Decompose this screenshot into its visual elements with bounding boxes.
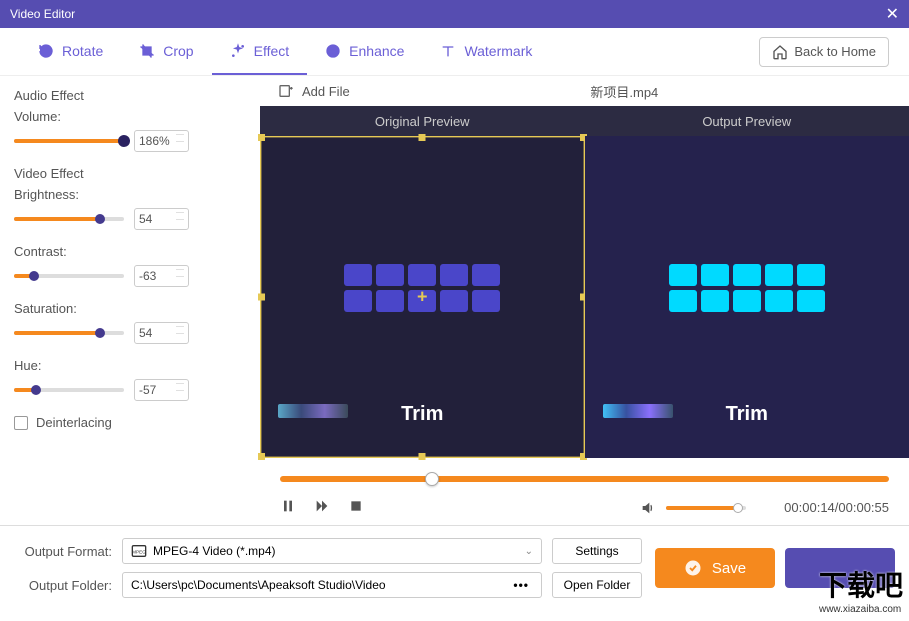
stop-icon (348, 498, 364, 514)
next-frame-button[interactable] (314, 498, 330, 517)
deinterlacing-checkbox[interactable] (14, 416, 28, 430)
contrast-slider[interactable] (14, 274, 124, 278)
tab-label: Effect (254, 43, 290, 59)
tab-enhance[interactable]: Enhance (307, 28, 422, 75)
volume-value[interactable]: 186% (134, 130, 189, 152)
original-preview-header: Original Preview (260, 106, 585, 136)
save-label: Save (712, 560, 746, 577)
effects-panel: Audio Effect Volume: 186% Video Effect B… (0, 76, 260, 525)
secondary-button[interactable] (785, 548, 895, 588)
fast-forward-icon (314, 498, 330, 514)
stop-button[interactable] (348, 498, 364, 517)
contrast-value[interactable]: -63 (134, 265, 189, 287)
output-folder-input[interactable]: C:\Users\pc\Documents\Apeaksoft Studio\V… (122, 572, 542, 598)
brightness-value[interactable]: 54 (134, 208, 189, 230)
back-home-label: Back to Home (794, 44, 876, 59)
speaker-icon[interactable] (640, 500, 656, 516)
output-preview: Trim (585, 136, 909, 458)
save-button[interactable]: Save (655, 548, 775, 588)
toolbar: Rotate Crop Effect Enhance Watermark Bac… (0, 28, 909, 76)
sparkle-icon (230, 43, 246, 59)
close-icon[interactable]: ✕ (886, 4, 899, 24)
output-format-label: Output Format: (14, 544, 112, 559)
volume-label: Volume: (14, 109, 246, 124)
brightness-label: Brightness: (14, 187, 246, 202)
rotate-icon (38, 43, 54, 59)
output-folder-label: Output Folder: (14, 578, 112, 593)
tab-label: Watermark (464, 43, 532, 59)
hue-value[interactable]: -57 (134, 379, 189, 401)
saturation-slider[interactable] (14, 331, 124, 335)
add-file-icon (278, 83, 294, 99)
svg-text:MPEG: MPEG (132, 550, 146, 555)
timeline-slider[interactable] (280, 476, 889, 482)
contrast-label: Contrast: (14, 244, 246, 259)
back-home-button[interactable]: Back to Home (759, 37, 889, 67)
main: Audio Effect Volume: 186% Video Effect B… (0, 76, 909, 525)
pause-icon (280, 498, 296, 514)
brightness-slider[interactable] (14, 217, 124, 221)
timecode: 00:00:14/00:00:55 (784, 500, 889, 515)
preview-text: Trim (726, 403, 768, 426)
palette-icon (325, 43, 341, 59)
saturation-value[interactable]: 54 (134, 322, 189, 344)
browse-icon[interactable]: ••• (509, 578, 533, 592)
tab-watermark[interactable]: Watermark (422, 28, 550, 75)
hue-slider[interactable] (14, 388, 124, 392)
check-circle-icon (684, 559, 702, 577)
video-section-label: Video Effect (14, 166, 246, 181)
preview-area: Add File 新项目.mp4 Original Preview Output… (260, 76, 909, 525)
mpeg-icon: MPEG (131, 543, 147, 559)
output-format-select[interactable]: MPEG MPEG-4 Video (*.mp4) ⌄ (122, 538, 542, 564)
tab-label: Crop (163, 43, 193, 59)
volume-slider[interactable] (14, 139, 124, 143)
output-preview-header: Output Preview (585, 106, 909, 136)
text-icon (440, 43, 456, 59)
saturation-label: Saturation: (14, 301, 246, 316)
tab-crop[interactable]: Crop (121, 28, 211, 75)
output-folder-value: C:\Users\pc\Documents\Apeaksoft Studio\V… (131, 578, 386, 592)
crop-icon (139, 43, 155, 59)
open-folder-button[interactable]: Open Folder (552, 572, 642, 598)
tab-effect[interactable]: Effect (212, 28, 308, 75)
playback-volume-slider[interactable] (666, 506, 746, 510)
window-title: Video Editor (10, 7, 75, 21)
tab-label: Rotate (62, 43, 103, 59)
crosshair-icon: + (417, 287, 428, 308)
home-icon (772, 44, 788, 60)
add-file-button[interactable]: Add File (302, 84, 350, 99)
audio-section-label: Audio Effect (14, 88, 246, 103)
current-filename: 新项目.mp4 (590, 82, 658, 101)
output-format-value: MPEG-4 Video (*.mp4) (153, 544, 276, 558)
footer: Output Format: MPEG MPEG-4 Video (*.mp4)… (0, 525, 909, 610)
tab-rotate[interactable]: Rotate (20, 28, 121, 75)
tab-label: Enhance (349, 43, 404, 59)
titlebar: Video Editor ✕ (0, 0, 909, 28)
settings-button[interactable]: Settings (552, 538, 642, 564)
hue-label: Hue: (14, 358, 246, 373)
deinterlacing-label: Deinterlacing (36, 415, 112, 430)
original-preview[interactable]: Trim + (260, 136, 585, 458)
chevron-down-icon: ⌄ (525, 546, 533, 557)
crop-frame[interactable]: + (260, 136, 585, 458)
pause-button[interactable] (280, 498, 296, 517)
